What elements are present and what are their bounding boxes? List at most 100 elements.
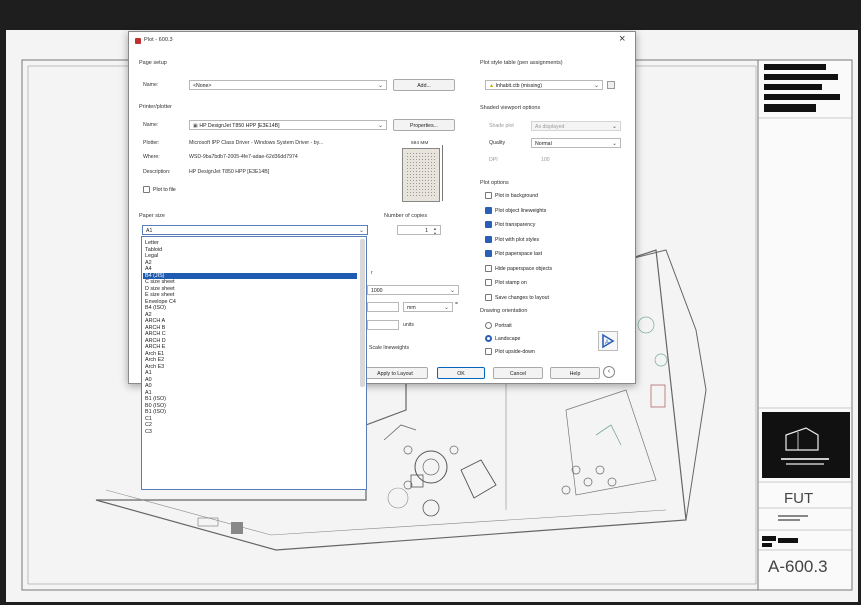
page-setup-section-label: Page setup bbox=[139, 60, 167, 66]
collapse-options-icon[interactable]: ‹ bbox=[603, 366, 615, 378]
plot-option-checkbox[interactable] bbox=[485, 235, 492, 243]
paper-list-scrollbar[interactable] bbox=[360, 239, 365, 387]
paper-size-option[interactable]: Letter bbox=[145, 240, 357, 246]
plot-option-label: Save changes to layout bbox=[495, 294, 549, 301]
apply-to-layout-button[interactable]: Apply to Layout bbox=[362, 367, 428, 379]
paper-size-option[interactable]: A0 bbox=[145, 377, 357, 383]
chevron-down-icon: ⌄ bbox=[358, 228, 364, 234]
plotter-label: Plotter: bbox=[143, 140, 160, 146]
ok-button[interactable]: OK bbox=[437, 367, 485, 379]
paper-size-option[interactable]: C size sheet bbox=[145, 279, 357, 285]
chevron-down-icon: ⌄ bbox=[611, 141, 617, 147]
plot-option-label: Hide paperspace objects bbox=[495, 265, 553, 272]
chevron-down-icon: ⌄ bbox=[443, 305, 449, 311]
portrait-label: Portrait bbox=[495, 323, 512, 329]
plot-option-label: Plot stamp on bbox=[495, 280, 527, 286]
paper-size-option[interactable]: D size sheet bbox=[145, 286, 357, 292]
paper-size-option[interactable]: A1 bbox=[145, 390, 357, 396]
title-block-project: FUT bbox=[784, 490, 814, 507]
description-label: Description: bbox=[143, 169, 171, 175]
landscape-radio[interactable] bbox=[485, 335, 492, 342]
paper-size-option[interactable]: A0 bbox=[145, 383, 357, 389]
paper-size-option[interactable]: B0 (ISO) bbox=[145, 403, 357, 409]
spinner-arrows-icon[interactable]: ▲ ▼ bbox=[433, 226, 437, 234]
plot-option-checkbox[interactable] bbox=[485, 293, 492, 301]
shade-plot-dropdown[interactable]: As displayed ⌄ bbox=[531, 121, 621, 131]
paper-size-option[interactable]: Tabloid bbox=[145, 247, 357, 253]
paper-size-section-label: Paper size bbox=[139, 213, 165, 219]
copies-stepper[interactable]: 1 ▲ ▼ bbox=[397, 225, 441, 235]
chevron-down-icon: ⌄ bbox=[377, 123, 383, 129]
paper-size-option[interactable]: ARCH A bbox=[145, 318, 357, 324]
paper-size-option[interactable]: A1 bbox=[145, 370, 357, 376]
chevron-down-icon: ⌄ bbox=[611, 124, 617, 130]
paper-size-option[interactable]: Arch E2 bbox=[145, 357, 357, 363]
chevron-down-icon: ⌄ bbox=[377, 83, 383, 89]
paper-size-option[interactable]: E size sheet bbox=[145, 292, 357, 298]
close-icon[interactable]: × bbox=[619, 33, 625, 45]
add-page-setup-button[interactable]: Add... bbox=[393, 79, 455, 91]
plot-option-checkbox[interactable] bbox=[485, 279, 492, 286]
description-value: HP DesignJet T850 HPP [E3E14B] bbox=[189, 169, 270, 175]
plot-option-checkbox[interactable] bbox=[485, 250, 492, 257]
scale-paper-input[interactable] bbox=[367, 302, 399, 312]
plot-to-file-checkbox[interactable] bbox=[143, 186, 150, 193]
scale-dropdown[interactable]: 1000 ⌄ bbox=[367, 285, 459, 295]
printer-name-dropdown[interactable]: ▣ HP DesignJet T850 HPP [E3E14B] ⌄ bbox=[189, 120, 387, 130]
preview-height-marker bbox=[442, 145, 443, 201]
chevron-down-icon: ⌄ bbox=[449, 288, 455, 294]
page-setup-name-dropdown[interactable]: <None> ⌄ bbox=[189, 80, 387, 90]
paper-size-option[interactable]: Envelope C4 bbox=[145, 299, 357, 305]
paper-size-dropdown[interactable]: A1 ⌄ bbox=[142, 225, 368, 235]
plot-option-checkbox[interactable] bbox=[485, 221, 492, 228]
landscape-label: Landscape bbox=[495, 336, 521, 342]
help-button[interactable]: Help bbox=[550, 367, 600, 379]
paper-size-option[interactable]: C2 bbox=[145, 422, 357, 428]
scale-units-label: units bbox=[403, 322, 414, 328]
plot-options-section-label: Plot options bbox=[480, 180, 509, 186]
paper-size-list: Letter Tabloid Legal A2 A4 B4 (JIS) C size she… bbox=[141, 236, 367, 490]
paper-size-option[interactable]: ARCH C bbox=[145, 331, 357, 337]
preview-dimension: 594 MM bbox=[411, 141, 429, 146]
paper-size-option[interactable]: ARCH E bbox=[145, 344, 357, 350]
plot-option-checkbox[interactable] bbox=[485, 192, 492, 199]
dialog-title: Plot - 600.3 bbox=[144, 37, 173, 43]
plot-option-checkbox[interactable] bbox=[485, 206, 492, 214]
scale-drawing-input[interactable] bbox=[367, 320, 399, 330]
plot-option-label: Plot paperspace last bbox=[495, 251, 543, 257]
paper-size-option[interactable]: ARCH D bbox=[145, 338, 357, 344]
where-value: WSD-9ba7bdb7-2005-4fe7-adae-62d36dd7974 bbox=[189, 154, 298, 160]
where-label: Where: bbox=[143, 154, 160, 160]
equals-glyph: = bbox=[455, 301, 459, 307]
paper-size-option[interactable]: A2 bbox=[145, 312, 357, 318]
paper-preview bbox=[402, 148, 440, 202]
plot-upside-down-checkbox[interactable] bbox=[485, 348, 492, 355]
paper-size-option[interactable]: B1 (ISO) bbox=[145, 409, 357, 415]
warning-icon: ▲ bbox=[489, 83, 496, 89]
dialog-titlebar[interactable]: Plot - 600.3 × bbox=[129, 32, 635, 50]
printer-properties-button[interactable]: Properties... bbox=[393, 119, 455, 131]
orientation-section-label: Drawing orientation bbox=[480, 308, 528, 314]
plot-option-checkbox[interactable] bbox=[485, 264, 492, 272]
paper-size-option[interactable]: ARCH B bbox=[145, 325, 357, 331]
paper-size-option[interactable]: B1 (ISO) bbox=[145, 396, 357, 402]
cancel-button[interactable]: Cancel bbox=[493, 367, 543, 379]
shaded-viewport-section-label: Shaded viewport options bbox=[480, 105, 541, 111]
paper-size-option[interactable]: C1 bbox=[145, 416, 357, 422]
paper-size-option[interactable]: B4 (ISO) bbox=[145, 305, 357, 311]
paper-size-option[interactable]: A2 bbox=[145, 260, 357, 266]
plot-upside-down-label: Plot upside-down bbox=[495, 349, 535, 355]
quality-dropdown[interactable]: Normal ⌄ bbox=[531, 138, 621, 148]
page-setup-name-label: Name: bbox=[143, 82, 159, 88]
portrait-radio[interactable] bbox=[485, 322, 492, 329]
scale-unit-dropdown[interactable]: mm ⌄ bbox=[403, 302, 453, 312]
paper-size-option[interactable]: B4 (JIS) bbox=[143, 272, 357, 279]
paper-size-option[interactable]: Legal bbox=[145, 253, 357, 259]
paper-size-option[interactable]: C3 bbox=[145, 429, 357, 435]
plot-option-label: Plot object lineweights bbox=[495, 207, 547, 214]
paper-size-option[interactable]: Arch E3 bbox=[145, 364, 357, 370]
plot-style-dropdown[interactable]: ▲ Inhabit.ctb (missing) ⌄ bbox=[485, 80, 603, 90]
edit-plot-style-icon[interactable] bbox=[607, 81, 615, 89]
paper-size-option[interactable]: Arch E1 bbox=[145, 351, 357, 357]
paper-size-option[interactable]: A4 bbox=[145, 266, 357, 272]
